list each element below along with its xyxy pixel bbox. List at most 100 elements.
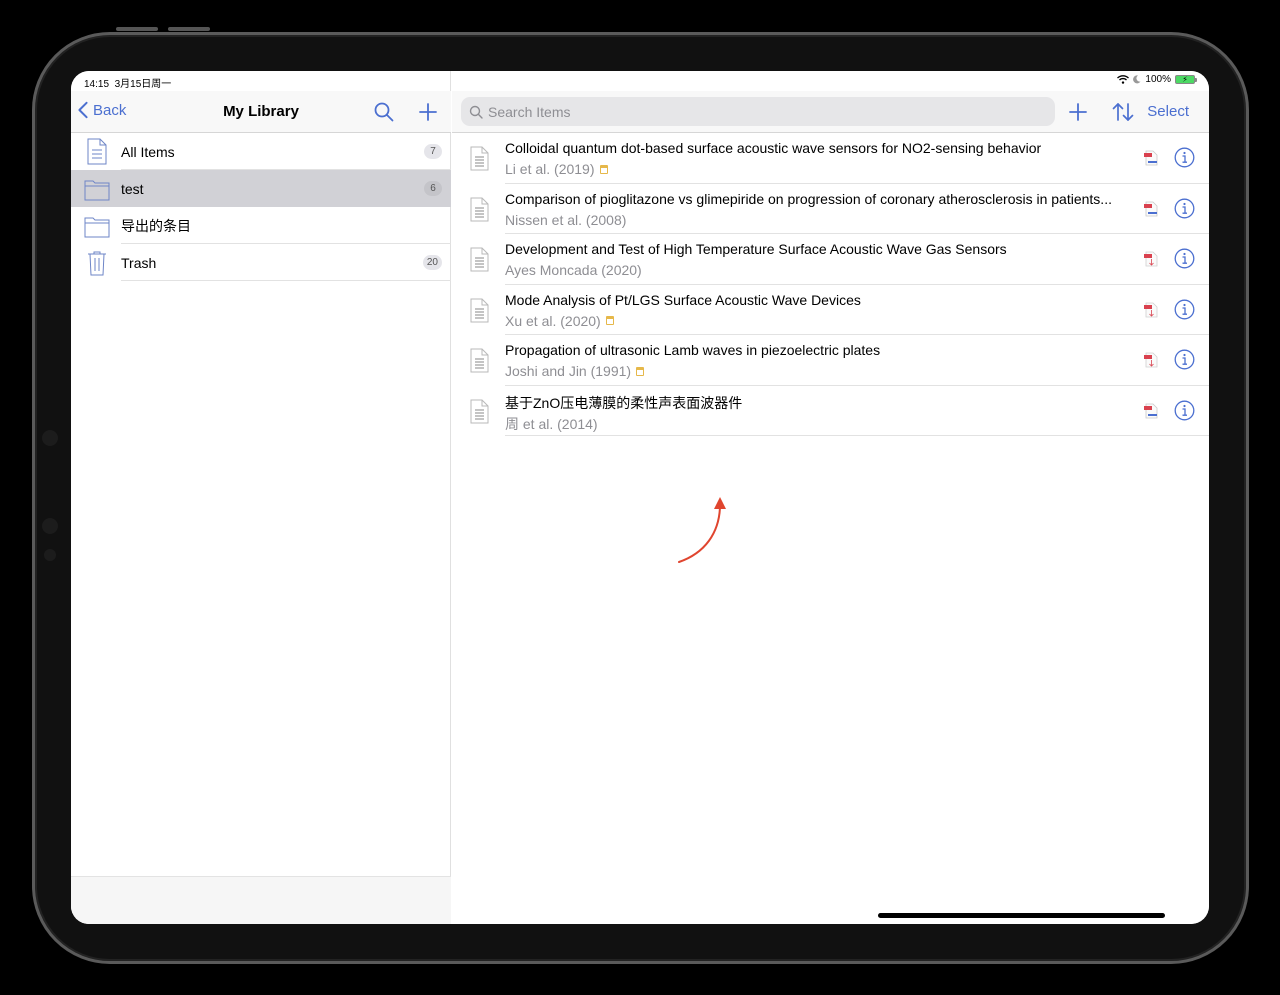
plus-icon xyxy=(419,103,437,121)
items-pane: Select Colloidal quantum dot-based surfa… xyxy=(452,71,1209,924)
select-button[interactable]: Select xyxy=(1147,103,1189,120)
divider xyxy=(121,280,451,281)
sidebar-navbar: Back My Library xyxy=(71,91,451,133)
screen: Back My Library All Items 7 test 6 导出的条目… xyxy=(71,71,1209,924)
item-creator: Nissen et al. (2008) xyxy=(505,211,627,228)
note-icon xyxy=(599,164,608,174)
item-subtitle: Xu et al. (2020) xyxy=(505,313,614,329)
item-title: Comparison of pioglitazone vs glimepirid… xyxy=(505,190,1112,207)
sidebar-item-trash[interactable]: Trash 20 xyxy=(71,244,451,281)
pdf-icon[interactable] xyxy=(1144,150,1158,166)
item-title: Mode Analysis of Pt/LGS Surface Acoustic… xyxy=(505,291,861,308)
item-subtitle: Li et al. (2019) xyxy=(505,161,608,177)
time-text: 14:15 xyxy=(84,79,110,90)
info-icon[interactable] xyxy=(1174,248,1195,269)
document-icon xyxy=(470,197,489,221)
item-creator: Xu et al. (2020) xyxy=(505,312,601,329)
add-collection-button[interactable] xyxy=(418,102,438,127)
document-icon xyxy=(470,247,489,272)
item-subtitle: Nissen et al. (2008) xyxy=(505,212,626,228)
sort-icon xyxy=(1112,103,1134,121)
pdf-download-icon[interactable] xyxy=(1144,251,1158,267)
info-icon[interactable] xyxy=(1174,198,1195,219)
note-icon xyxy=(605,316,614,325)
collection-count-badge: 6 xyxy=(424,181,442,196)
wifi-icon xyxy=(1117,75,1130,84)
item-subtitle: Ayes Moncada (2020) xyxy=(505,262,642,278)
sidebar-item-exported-items[interactable]: 导出的条目 xyxy=(71,207,451,244)
item-creator: Ayes Moncada (2020) xyxy=(505,262,642,278)
item-row[interactable]: Colloidal quantum dot-based surface acou… xyxy=(452,133,1209,184)
item-row[interactable]: Mode Analysis of Pt/LGS Surface Acoustic… xyxy=(452,285,1209,335)
volume-button xyxy=(168,27,210,31)
collection-label: test xyxy=(121,180,144,197)
battery-charging-icon: ⚡ xyxy=(1175,75,1197,84)
info-icon[interactable] xyxy=(1174,349,1195,370)
trash-icon xyxy=(88,251,106,276)
items-navbar: Select xyxy=(452,91,1209,133)
item-creator: 周 et al. (2014) xyxy=(505,415,598,432)
home-indicator[interactable] xyxy=(878,913,1165,918)
item-title: 基于ZnO压电薄膜的柔性声表面波器件 xyxy=(505,394,743,411)
battery-percent: 100% xyxy=(1145,74,1171,85)
document-icon xyxy=(87,138,107,165)
sidebar-item-test[interactable]: test 6 xyxy=(71,170,451,207)
pdf-icon[interactable] xyxy=(1144,403,1158,419)
item-row[interactable]: Development and Test of High Temperature… xyxy=(452,234,1209,285)
search-button[interactable] xyxy=(374,102,394,127)
divider xyxy=(505,435,1209,436)
item-title: Development and Test of High Temperature… xyxy=(505,241,1007,257)
moon-icon xyxy=(1133,75,1141,84)
item-subtitle: 周 et al. (2014) xyxy=(505,414,598,434)
status-bar: 14:15 3月15日周一 100% ⚡ xyxy=(71,71,1209,91)
search-icon xyxy=(374,102,394,122)
item-title: Propagation of ultrasonic Lamb waves in … xyxy=(505,342,881,358)
item-list: Colloidal quantum dot-based surface acou… xyxy=(452,133,1209,436)
sort-button[interactable] xyxy=(1112,101,1134,128)
document-icon xyxy=(470,298,489,322)
info-icon[interactable] xyxy=(1174,147,1195,168)
pdf-icon[interactable] xyxy=(1144,201,1158,217)
document-icon xyxy=(470,146,489,171)
search-field[interactable] xyxy=(461,97,1055,126)
document-icon xyxy=(470,348,489,373)
sidebar-toolbar xyxy=(71,876,451,924)
volume-button xyxy=(116,27,158,31)
item-creator: Li et al. (2019) xyxy=(505,161,595,177)
item-title: Colloidal quantum dot-based surface acou… xyxy=(505,140,1042,156)
folder-icon xyxy=(84,217,110,238)
sidebar-item-all-items[interactable]: All Items 7 xyxy=(71,133,451,170)
search-input[interactable] xyxy=(488,103,1028,120)
collection-count-badge: 7 xyxy=(424,144,442,159)
info-icon[interactable] xyxy=(1174,400,1195,421)
collection-label: All Items xyxy=(121,143,175,160)
chevron-left-icon xyxy=(78,101,88,119)
status-indicators: 100% ⚡ xyxy=(1117,74,1197,85)
item-creator: Joshi and Jin (1991) xyxy=(505,363,632,379)
date-text: 3月15日周一 xyxy=(114,79,172,90)
collection-list: All Items 7 test 6 导出的条目 Trash 20 xyxy=(71,133,451,281)
pdf-download-icon[interactable] xyxy=(1144,302,1158,318)
search-icon xyxy=(469,105,483,119)
camera-dot xyxy=(42,430,58,446)
item-subtitle: Joshi and Jin (1991) xyxy=(505,363,645,379)
collection-count-badge: 20 xyxy=(422,255,442,270)
note-icon xyxy=(636,366,645,376)
back-button[interactable]: Back xyxy=(77,101,126,119)
status-time: 14:15 3月15日周一 xyxy=(84,75,171,90)
plus-icon xyxy=(1069,103,1087,121)
document-icon xyxy=(470,399,489,423)
camera-dot xyxy=(44,549,56,561)
info-icon[interactable] xyxy=(1174,299,1195,320)
pdf-download-icon[interactable] xyxy=(1144,352,1158,368)
item-row[interactable]: Propagation of ultrasonic Lamb waves in … xyxy=(452,335,1209,386)
page-title: My Library xyxy=(223,103,299,120)
item-row[interactable]: Comparison of pioglitazone vs glimepirid… xyxy=(452,184,1209,234)
annotation-arrow xyxy=(678,497,726,563)
add-item-button[interactable] xyxy=(1068,102,1088,127)
collection-label: 导出的条目 xyxy=(121,217,191,234)
item-row[interactable]: 基于ZnO压电薄膜的柔性声表面波器件周 et al. (2014) xyxy=(452,386,1209,436)
library-sidebar: Back My Library All Items 7 test 6 导出的条目… xyxy=(71,71,451,924)
camera-dot xyxy=(42,518,58,534)
folder-icon xyxy=(84,180,110,201)
